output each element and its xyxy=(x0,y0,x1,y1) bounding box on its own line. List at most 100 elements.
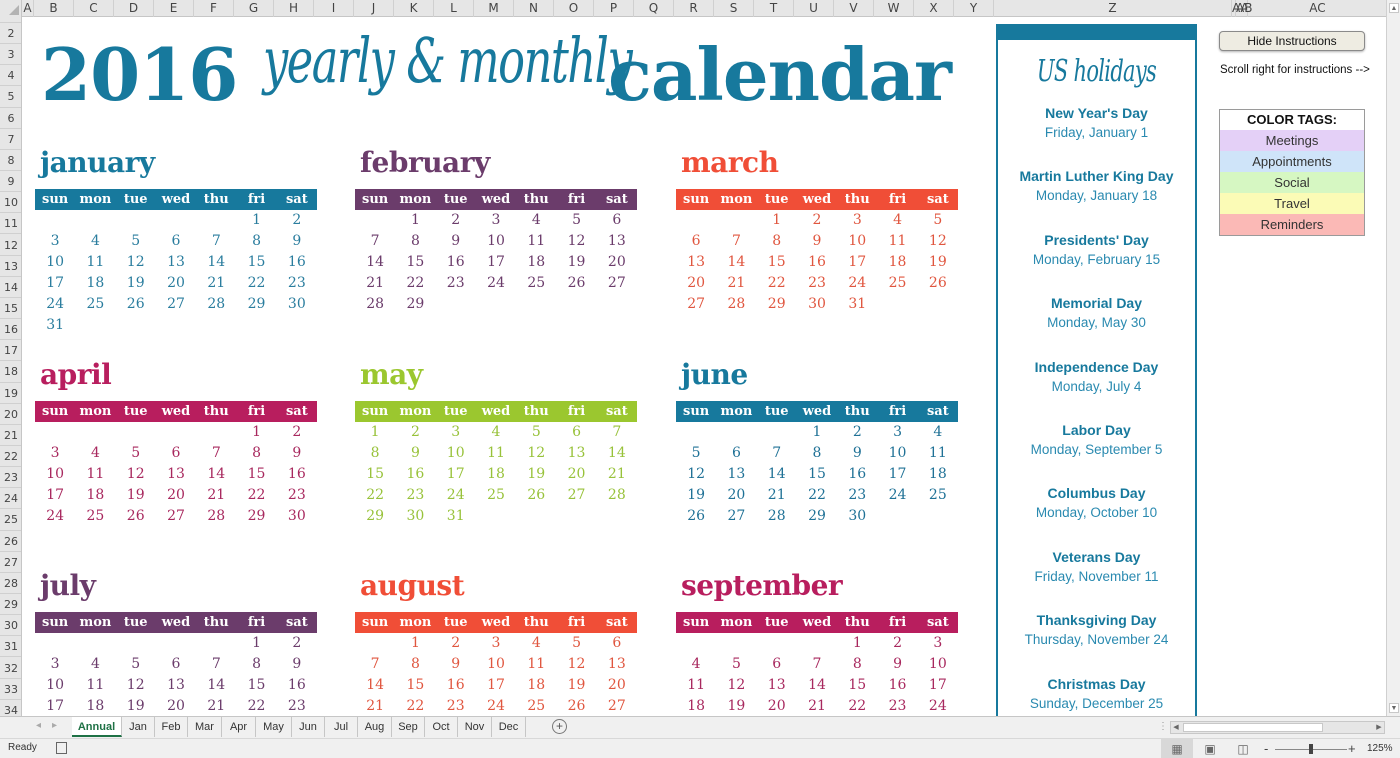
day-cell[interactable]: 9 xyxy=(277,231,317,252)
day-cell[interactable]: 14 xyxy=(757,464,797,485)
day-cell[interactable]: 14 xyxy=(797,675,837,696)
day-cell[interactable]: 30 xyxy=(277,294,317,315)
day-cell[interactable]: 19 xyxy=(516,464,556,485)
day-cell[interactable]: 7 xyxy=(196,231,236,252)
day-cell[interactable]: 1 xyxy=(797,422,837,443)
day-cell[interactable]: 27 xyxy=(716,506,756,527)
day-cell[interactable]: 28 xyxy=(597,485,637,506)
day-cell[interactable]: 27 xyxy=(597,696,637,716)
day-cell[interactable]: 13 xyxy=(597,654,637,675)
sheet-tab-mar[interactable]: Mar xyxy=(188,717,222,737)
day-cell[interactable]: 8 xyxy=(236,443,276,464)
macro-recording-icon[interactable] xyxy=(56,742,67,754)
day-cell[interactable]: 19 xyxy=(116,273,156,294)
day-cell[interactable]: 20 xyxy=(716,485,756,506)
day-cell[interactable]: 21 xyxy=(355,696,395,716)
column-header-O[interactable]: O xyxy=(554,0,594,17)
day-cell[interactable]: 21 xyxy=(597,464,637,485)
row-header-3[interactable]: 3 xyxy=(0,44,21,66)
day-cell[interactable]: 5 xyxy=(556,210,596,231)
column-header-I[interactable]: I xyxy=(314,0,354,17)
day-cell[interactable]: 2 xyxy=(277,210,317,231)
row-header-12[interactable]: 12 xyxy=(0,235,21,256)
day-cell[interactable]: 5 xyxy=(716,654,756,675)
day-cell[interactable]: 14 xyxy=(597,443,637,464)
day-cell[interactable]: 23 xyxy=(277,485,317,506)
row-header-2[interactable]: 2 xyxy=(0,23,21,45)
day-cell[interactable]: 3 xyxy=(35,654,75,675)
day-cell[interactable]: 3 xyxy=(476,210,516,231)
day-cell[interactable]: 17 xyxy=(476,252,516,273)
day-cell[interactable]: 8 xyxy=(395,231,435,252)
row-header-9[interactable]: 9 xyxy=(0,171,21,193)
row-header-7[interactable]: 7 xyxy=(0,129,21,150)
sheet-tab-nov[interactable]: Nov xyxy=(458,717,492,737)
day-cell[interactable]: 21 xyxy=(196,273,236,294)
day-cell[interactable]: 12 xyxy=(676,464,716,485)
day-cell[interactable]: 18 xyxy=(75,273,115,294)
day-cell[interactable]: 12 xyxy=(918,231,958,252)
day-cell[interactable]: 17 xyxy=(837,252,877,273)
scroll-right-arrow-icon[interactable]: ▶ xyxy=(1374,722,1384,733)
scroll-left-arrow-icon[interactable]: ◀ xyxy=(1171,722,1181,733)
day-cell[interactable]: 9 xyxy=(837,443,877,464)
day-cell[interactable]: 27 xyxy=(597,273,637,294)
day-cell[interactable]: 27 xyxy=(156,506,196,527)
horizontal-scroll-thumb[interactable] xyxy=(1183,723,1323,732)
day-cell[interactable]: 18 xyxy=(75,696,115,716)
column-header-K[interactable]: K xyxy=(394,0,434,17)
day-cell[interactable]: 22 xyxy=(236,485,276,506)
day-cell[interactable]: 6 xyxy=(156,443,196,464)
day-cell[interactable]: 5 xyxy=(116,654,156,675)
day-cell[interactable]: 7 xyxy=(196,443,236,464)
day-cell[interactable]: 25 xyxy=(476,485,516,506)
day-cell[interactable]: 8 xyxy=(355,443,395,464)
zoom-slider-thumb[interactable] xyxy=(1309,744,1313,754)
day-cell[interactable]: 16 xyxy=(436,252,476,273)
column-header-W[interactable]: W xyxy=(874,0,914,17)
day-cell[interactable]: 30 xyxy=(395,506,435,527)
day-cell[interactable]: 16 xyxy=(436,675,476,696)
day-cell[interactable]: 10 xyxy=(35,464,75,485)
day-cell[interactable]: 19 xyxy=(556,252,596,273)
add-sheet-icon[interactable]: + xyxy=(552,719,567,734)
day-cell[interactable]: 31 xyxy=(436,506,476,527)
day-cell[interactable]: 20 xyxy=(757,696,797,716)
column-header-X[interactable]: X xyxy=(914,0,954,17)
day-cell[interactable]: 21 xyxy=(196,485,236,506)
day-cell[interactable]: 6 xyxy=(156,231,196,252)
day-cell[interactable]: 5 xyxy=(556,633,596,654)
day-cell[interactable]: 9 xyxy=(277,654,317,675)
row-header-19[interactable]: 19 xyxy=(0,383,21,404)
day-cell[interactable]: 3 xyxy=(918,633,958,654)
day-cell[interactable]: 23 xyxy=(277,273,317,294)
day-cell[interactable]: 21 xyxy=(797,696,837,716)
scroll-down-arrow-icon[interactable]: ▼ xyxy=(1389,703,1399,713)
day-cell[interactable]: 24 xyxy=(877,485,917,506)
day-cell[interactable]: 19 xyxy=(676,485,716,506)
day-cell[interactable]: 18 xyxy=(918,464,958,485)
scroll-up-arrow-icon[interactable]: ▲ xyxy=(1389,3,1399,13)
tab-scroll-left-icon[interactable]: ◂ xyxy=(36,720,41,731)
column-header-U[interactable]: U xyxy=(794,0,834,17)
day-cell[interactable]: 8 xyxy=(797,443,837,464)
normal-view-icon[interactable]: ▦ xyxy=(1161,739,1193,758)
day-cell[interactable]: 1 xyxy=(395,633,435,654)
day-cell[interactable]: 20 xyxy=(676,273,716,294)
day-cell[interactable]: 6 xyxy=(156,654,196,675)
day-cell[interactable]: 4 xyxy=(516,633,556,654)
day-cell[interactable]: 22 xyxy=(355,485,395,506)
day-cell[interactable]: 2 xyxy=(797,210,837,231)
day-cell[interactable]: 25 xyxy=(75,506,115,527)
day-cell[interactable]: 16 xyxy=(837,464,877,485)
day-cell[interactable]: 28 xyxy=(355,294,395,315)
day-cell[interactable]: 13 xyxy=(156,464,196,485)
row-header-21[interactable]: 21 xyxy=(0,425,21,446)
day-cell[interactable]: 7 xyxy=(355,231,395,252)
day-cell[interactable]: 4 xyxy=(75,654,115,675)
row-header-28[interactable]: 28 xyxy=(0,573,21,595)
day-cell[interactable]: 24 xyxy=(35,294,75,315)
day-cell[interactable]: 5 xyxy=(918,210,958,231)
day-cell[interactable]: 11 xyxy=(516,231,556,252)
day-cell[interactable]: 1 xyxy=(355,422,395,443)
